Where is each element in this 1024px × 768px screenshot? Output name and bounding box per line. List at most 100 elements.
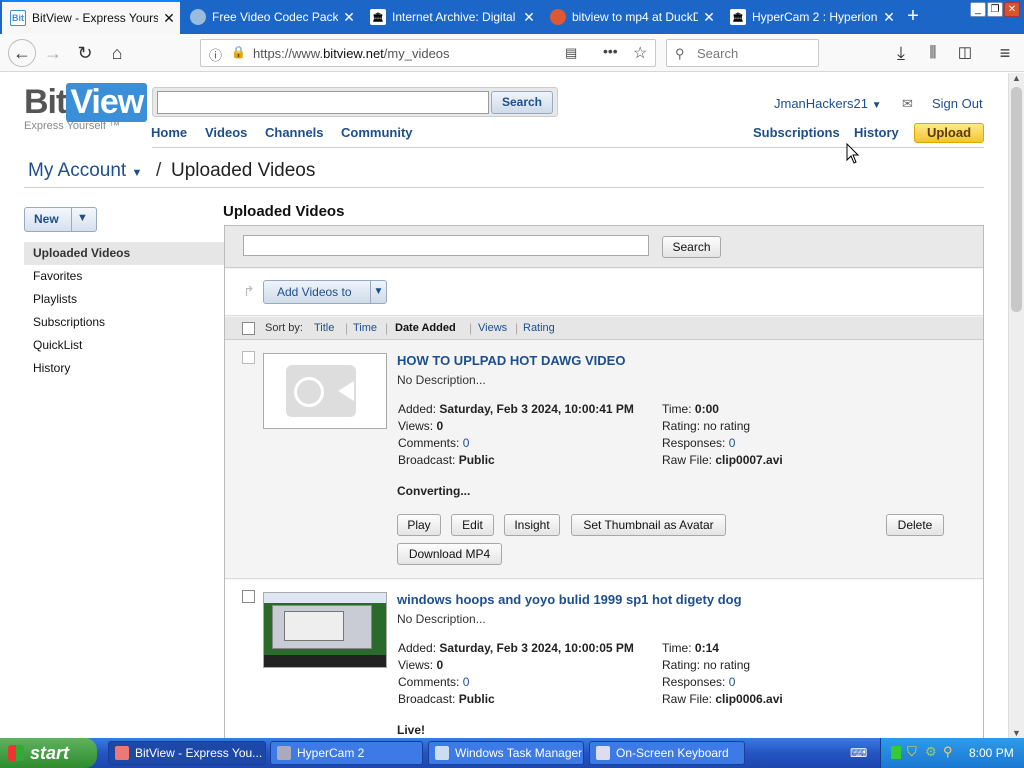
window-close-icon[interactable]: ✕ [1004, 2, 1020, 17]
sidebar-item-playlists[interactable]: Playlists [24, 288, 224, 311]
breadcrumb-separator: / [156, 160, 162, 181]
set-thumbnail-avatar-button[interactable]: Set Thumbnail as Avatar [571, 514, 726, 536]
info-icon[interactable]: ⓘ [209, 45, 222, 64]
close-icon[interactable]: ✕ [158, 10, 180, 27]
maximize-icon[interactable]: ❐ [987, 2, 1003, 17]
page-scrollbar[interactable]: ▲ ▼ [1008, 73, 1024, 738]
sort-views[interactable]: Views [478, 322, 507, 334]
insight-button[interactable]: Insight [504, 514, 560, 536]
sort-rating[interactable]: Rating [523, 322, 555, 334]
edit-button[interactable]: Edit [451, 514, 494, 536]
user-menu[interactable]: JmanHackers21 ▼ [774, 96, 881, 111]
nav-home[interactable]: Home [151, 125, 187, 140]
chevron-down-icon: ▼ [871, 100, 882, 111]
site-search-bar: Search [152, 87, 558, 117]
add-videos-to-dropdown[interactable]: Add Videos to ▼ [263, 280, 387, 304]
sidebar-item-quicklist[interactable]: QuickList [24, 334, 224, 357]
tab-hypercam-archive[interactable]: 🏛 HyperCam 2 : Hyperionic ✕ [722, 0, 900, 34]
browser-search-input[interactable]: ⚲ Search [666, 39, 819, 67]
taskbar-item-task-manager[interactable]: Windows Task Manager [428, 741, 584, 765]
delete-button[interactable]: Delete [886, 514, 944, 536]
video-rating: Rating: no rating [662, 419, 751, 433]
nav-channels[interactable]: Channels [265, 125, 324, 140]
security-shield-icon[interactable]: ⛉ [907, 744, 917, 760]
downloads-icon[interactable]: ⤓ [890, 42, 912, 64]
chevron-down-icon: ▼ [131, 167, 143, 179]
close-icon[interactable]: ✕ [878, 9, 900, 26]
clock: 8:00 PM [969, 746, 1014, 760]
tray-app-icon[interactable] [891, 746, 901, 759]
new-tab-plus-icon[interactable]: + [902, 6, 924, 28]
scrollbar-thumb[interactable] [1011, 87, 1022, 312]
tab-duckduckgo[interactable]: bitview to mp4 at DuckDu ✕ [542, 0, 720, 34]
site-search-button[interactable]: Search [491, 91, 553, 114]
library-icon[interactable]: ⫼ [922, 42, 944, 64]
video-thumbnail[interactable] [263, 353, 387, 429]
sign-out-link[interactable]: Sign Out [932, 96, 983, 111]
sidebar-item-favorites[interactable]: Favorites [24, 265, 224, 288]
video-row: windows hoops and yoyo bulid 1999 sp1 ho… [225, 580, 983, 738]
responses-link[interactable]: 0 [729, 436, 736, 450]
chevron-down-icon[interactable]: ▼ [77, 212, 88, 224]
sort-time[interactable]: Time [353, 322, 377, 334]
system-tray: ⛉ ⚙ ⚲ 8:00 PM [880, 738, 1024, 768]
taskbar-item-hypercam[interactable]: HyperCam 2 [270, 741, 423, 765]
upload-button[interactable]: Upload [914, 123, 984, 143]
search-tray-icon[interactable]: ⚲ [943, 744, 953, 760]
mail-icon[interactable]: ✉ [902, 96, 913, 112]
home-icon[interactable]: ⌂ [106, 42, 128, 64]
nav-community[interactable]: Community [341, 125, 413, 140]
video-title[interactable]: HOW TO UPLPAD HOT DAWG VIDEO [397, 353, 625, 368]
video-search-input[interactable] [243, 235, 649, 256]
taskbar-item-onscreen-keyboard[interactable]: On-Screen Keyboard [589, 741, 745, 765]
comments-link[interactable]: 0 [463, 436, 470, 450]
tab-internet-archive[interactable]: 🏛 Internet Archive: Digital ✕ [362, 0, 540, 34]
comments-link[interactable]: 0 [463, 675, 470, 689]
close-icon[interactable]: ✕ [338, 9, 360, 26]
sort-title[interactable]: Title [314, 322, 334, 334]
keyboard-tray-icon[interactable]: ⌨ [850, 746, 867, 760]
download-mp4-button[interactable]: Download MP4 [397, 543, 502, 565]
forward-arrow-icon[interactable]: → [42, 42, 64, 64]
close-icon[interactable]: ✕ [698, 9, 720, 26]
nav-history[interactable]: History [854, 125, 899, 140]
sidebar-item-history[interactable]: History [24, 357, 224, 380]
tab-codec[interactable]: Free Video Codec Packs ✕ [182, 0, 360, 34]
scroll-down-icon[interactable]: ▼ [1012, 728, 1021, 738]
video-checkbox[interactable] [242, 351, 255, 364]
new-button[interactable]: New ▼ [24, 207, 97, 232]
archive-favicon-icon: 🏛 [370, 9, 386, 25]
nav-videos[interactable]: Videos [205, 125, 247, 140]
play-button[interactable]: Play [397, 514, 441, 536]
select-all-checkbox[interactable] [242, 322, 255, 335]
minimize-icon[interactable]: _ [970, 2, 986, 17]
video-search-button[interactable]: Search [662, 236, 721, 258]
account-sidebar: Uploaded Videos Favorites Playlists Subs… [24, 242, 224, 380]
start-button[interactable]: start [0, 738, 97, 768]
scroll-up-icon[interactable]: ▲ [1012, 73, 1021, 83]
bitview-logo[interactable]: Bit View Express Yourself ™ [24, 83, 148, 132]
taskbar-item-firefox[interactable]: BitView - Express You... [108, 741, 266, 765]
video-title[interactable]: windows hoops and yoyo bulid 1999 sp1 ho… [397, 592, 742, 607]
url-bar[interactable]: ⓘ 🔒 https://www.bitview.net/my_videos ▤ … [200, 39, 656, 67]
menu-hamburger-icon[interactable]: ≡ [994, 42, 1016, 64]
network-icon[interactable]: ⚙ [925, 744, 937, 760]
nav-subscriptions[interactable]: Subscriptions [753, 125, 840, 140]
video-thumbnail[interactable] [263, 592, 387, 668]
video-checkbox[interactable] [242, 590, 255, 603]
breadcrumb-my-account[interactable]: My Account ▼ [28, 160, 142, 182]
page-actions-icon[interactable]: ••• [603, 43, 618, 59]
back-arrow-icon[interactable]: ← [8, 39, 36, 67]
responses-link[interactable]: 0 [729, 675, 736, 689]
sidebar-item-subscriptions[interactable]: Subscriptions [24, 311, 224, 334]
close-icon[interactable]: ✕ [518, 9, 540, 26]
site-search-input[interactable] [157, 91, 489, 114]
web-page: Bit View Express Yourself ™ Search Home V… [0, 73, 1008, 738]
reload-icon[interactable]: ↻ [74, 42, 96, 64]
sort-date-added[interactable]: Date Added [395, 322, 456, 334]
bookmark-star-icon[interactable]: ☆ [633, 43, 647, 63]
sidebar-toggle-icon[interactable]: ◫ [954, 42, 976, 64]
tab-bitview[interactable]: Bit BitView - Express Yoursel ✕ [2, 0, 180, 34]
reader-view-icon[interactable]: ▤ [565, 45, 577, 61]
sidebar-item-uploaded-videos[interactable]: Uploaded Videos [24, 242, 224, 265]
